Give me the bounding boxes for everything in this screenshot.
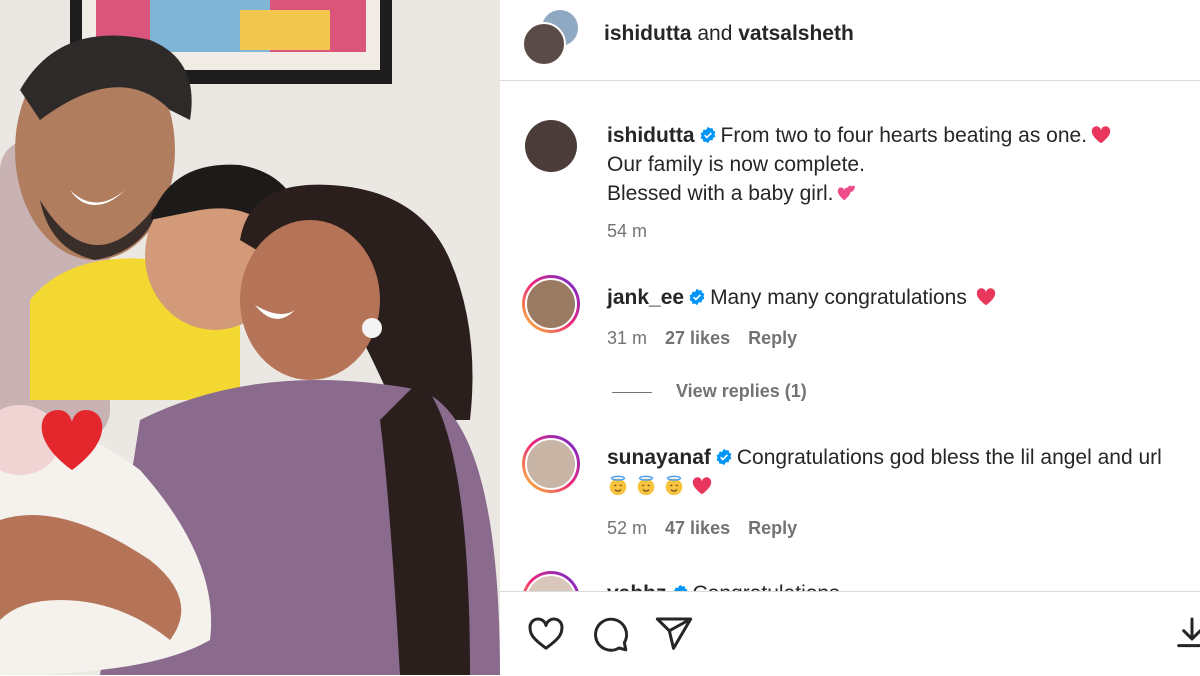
reply-button[interactable]: Reply bbox=[748, 328, 797, 348]
comment-text: jank_ee Many many congratulations bbox=[607, 283, 1000, 312]
verified-icon bbox=[689, 288, 705, 306]
avatar[interactable] bbox=[522, 571, 580, 591]
post-authors: ishidutta and vatsalsheth bbox=[604, 22, 854, 46]
download-icon[interactable] bbox=[1172, 614, 1200, 654]
halo-face-emoji-icon bbox=[665, 475, 683, 496]
caption-meta: 54 m bbox=[607, 221, 665, 242]
comment-time[interactable]: 31 m bbox=[607, 328, 647, 348]
comment-icon[interactable] bbox=[590, 614, 630, 654]
comment-text: sunayanaf Congratulations god bless the l… bbox=[607, 443, 1162, 501]
verified-icon bbox=[700, 126, 715, 144]
halo-face-emoji-icon bbox=[609, 475, 627, 496]
heart-icon[interactable] bbox=[526, 614, 566, 654]
share-icon[interactable] bbox=[654, 614, 694, 654]
action-bar bbox=[500, 591, 1200, 676]
comment-body: Congratulations god bless the lil angel … bbox=[736, 446, 1162, 469]
avatar[interactable] bbox=[522, 275, 580, 333]
comment-username[interactable]: vabbz bbox=[607, 582, 667, 591]
heart-emoji-icon bbox=[1091, 126, 1111, 144]
heart-emoji-icon bbox=[976, 288, 996, 306]
two-hearts-emoji-icon bbox=[838, 185, 856, 201]
comment-username[interactable]: jank_ee bbox=[607, 286, 684, 309]
caption-line-3: Blessed with a baby girl. bbox=[607, 182, 834, 205]
collab-avatars[interactable] bbox=[522, 8, 582, 68]
halo-face-emoji-icon bbox=[637, 475, 655, 496]
post-detail-panel: ishidutta and vatsalsheth ishidutta From … bbox=[500, 0, 1200, 676]
comment-time[interactable]: 52 m bbox=[607, 518, 647, 538]
comment-meta: 52 m 47 likes Reply bbox=[607, 518, 815, 539]
verified-icon bbox=[716, 448, 732, 466]
view-replies-label: View replies (1) bbox=[676, 381, 807, 401]
comments-list[interactable]: ishidutta From two to four hearts beating… bbox=[500, 81, 1200, 591]
post-photo[interactable] bbox=[0, 0, 500, 675]
heart-emoji-icon bbox=[692, 477, 712, 495]
comment-likes[interactable]: 47 likes bbox=[665, 518, 730, 538]
avatar[interactable] bbox=[522, 435, 580, 493]
verified-icon bbox=[672, 584, 687, 591]
caption-line-2: Our family is now complete. bbox=[607, 153, 865, 176]
author-username[interactable]: ishidutta bbox=[604, 22, 692, 45]
view-replies-button[interactable]: View replies (1) bbox=[612, 381, 807, 402]
reply-button[interactable]: Reply bbox=[748, 518, 797, 538]
divider bbox=[612, 391, 652, 393]
comment-meta: 31 m 27 likes Reply bbox=[607, 328, 815, 349]
comment-body: Congratulations bbox=[693, 582, 840, 591]
post-header: ishidutta and vatsalsheth bbox=[500, 0, 1200, 81]
comment-body: Many many congratulations bbox=[710, 286, 967, 309]
and-text: and bbox=[697, 22, 733, 45]
caption-username[interactable]: ishidutta bbox=[607, 124, 695, 147]
avatar[interactable] bbox=[522, 22, 566, 66]
caption-time[interactable]: 54 m bbox=[607, 221, 647, 241]
caption-text: ishidutta From two to four hearts beating… bbox=[607, 121, 1115, 208]
comment-likes[interactable]: 27 likes bbox=[665, 328, 730, 348]
comment-text: vabbz Congratulations bbox=[607, 579, 840, 591]
avatar[interactable] bbox=[525, 120, 577, 172]
comment-username[interactable]: sunayanaf bbox=[607, 446, 711, 469]
coauthor-username[interactable]: vatsalsheth bbox=[738, 22, 854, 45]
caption-line-1: From two to four hearts beating as one. bbox=[720, 124, 1088, 147]
